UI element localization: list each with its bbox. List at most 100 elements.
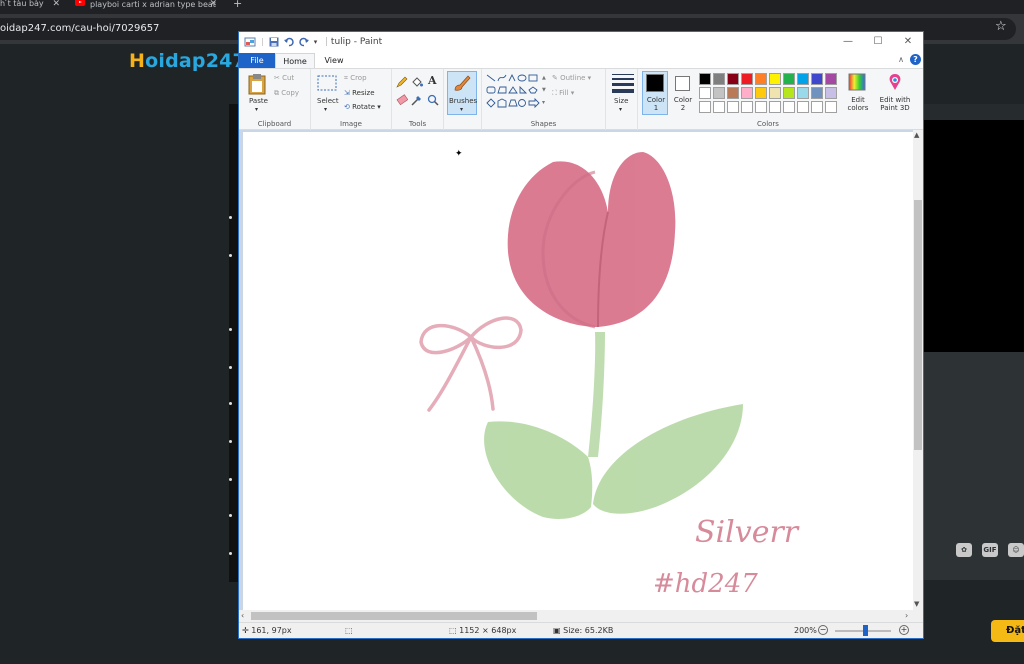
customize-toolbar-icon[interactable]: ▾ [314, 38, 318, 46]
browser-tab[interactable]: h ́t tàu bày ✕ [0, 0, 60, 14]
magnifier-icon[interactable] [427, 94, 439, 106]
scroll-right-icon[interactable]: › [905, 611, 908, 620]
palette-swatch[interactable] [713, 87, 725, 99]
palette-swatch[interactable] [727, 87, 739, 99]
pencil-icon[interactable] [396, 76, 408, 88]
browser-tab[interactable]: playboi carti x adrian type beat ✕ [75, 0, 217, 14]
palette-swatch[interactable] [825, 87, 837, 99]
edit-paint3d-button[interactable]: Edit with Paint 3D [876, 96, 914, 112]
paste-button[interactable]: Paste [249, 97, 268, 105]
palette-swatch[interactable] [699, 73, 711, 85]
help-icon[interactable]: ? [910, 54, 921, 65]
crop-button[interactable]: ⌗ Crop [344, 74, 367, 83]
paste-dropdown-icon[interactable]: ▾ [255, 106, 258, 113]
palette-swatch[interactable] [797, 87, 809, 99]
palette-swatch[interactable] [811, 73, 823, 85]
shapes-more-icon[interactable]: ▾ [542, 99, 545, 106]
palette-swatch[interactable] [769, 87, 781, 99]
palette-swatch[interactable] [811, 101, 823, 113]
site-logo[interactable]: Hoidap247 [129, 50, 246, 72]
palette-swatch[interactable] [783, 101, 795, 113]
submit-button[interactable]: Đặt [991, 620, 1024, 642]
palette-swatch[interactable] [825, 73, 837, 85]
palette-swatch[interactable] [741, 73, 753, 85]
scroll-thumb[interactable] [914, 200, 922, 450]
size-button[interactable]: Size [614, 97, 628, 105]
fill-bucket-icon[interactable] [411, 76, 423, 88]
shapes-scroll-up-icon[interactable]: ▲ [542, 75, 546, 81]
maximize-button[interactable]: ☐ [863, 32, 893, 52]
shapes-gallery[interactable] [486, 73, 544, 111]
select-button[interactable]: Select [317, 97, 339, 105]
palette-swatch[interactable] [741, 101, 753, 113]
resize-button[interactable]: ⇲ Resize [344, 89, 375, 97]
palette-swatch[interactable] [769, 73, 781, 85]
palette-swatch[interactable] [825, 101, 837, 113]
gift-icon[interactable]: ✿ [956, 543, 972, 557]
emoji-icon[interactable]: ☺ [1008, 543, 1024, 557]
bookmark-star-icon[interactable]: ☆ [995, 19, 1007, 34]
color-picker-icon[interactable] [411, 94, 423, 106]
tab-file[interactable]: File [239, 53, 275, 68]
save-icon[interactable] [269, 37, 279, 47]
color2-swatch[interactable] [675, 76, 690, 91]
outline-button[interactable]: ✎ Outline ▾ [552, 74, 591, 82]
rotate-button[interactable]: ⟲ Rotate ▾ [344, 103, 381, 111]
close-button[interactable]: ✕ [893, 32, 923, 52]
palette-swatch[interactable] [797, 73, 809, 85]
copy-button[interactable]: ⧉ Copy [274, 89, 299, 98]
palette-swatch[interactable] [727, 101, 739, 113]
palette-swatch[interactable] [741, 87, 753, 99]
new-tab-button[interactable]: + [233, 0, 243, 14]
palette-swatch[interactable] [713, 101, 725, 113]
vertical-scrollbar[interactable]: ▲ ▼ [913, 130, 923, 610]
palette-swatch[interactable] [769, 101, 781, 113]
palette-swatch[interactable] [699, 87, 711, 99]
gif-icon[interactable]: GIF [982, 543, 998, 557]
minimize-button[interactable]: — [833, 32, 863, 52]
palette-swatch[interactable] [727, 73, 739, 85]
line-size-icon[interactable] [612, 73, 634, 93]
video-player[interactable] [922, 120, 1024, 352]
scroll-thumb[interactable] [251, 612, 537, 620]
palette-swatch[interactable] [797, 101, 809, 113]
scroll-left-icon[interactable]: ‹ [241, 611, 244, 620]
url-text[interactable]: oidap247.com/cau-hoi/7029657 [0, 23, 159, 34]
scroll-down-icon[interactable]: ▼ [914, 600, 919, 608]
scroll-up-icon[interactable]: ▲ [914, 131, 919, 139]
palette-swatch[interactable] [783, 87, 795, 99]
horizontal-scrollbar[interactable]: ‹ › [239, 610, 923, 622]
paste-icon[interactable] [248, 73, 266, 95]
zoom-slider-knob[interactable] [863, 625, 868, 636]
paint3d-icon[interactable] [886, 73, 904, 91]
palette-swatch[interactable] [755, 73, 767, 85]
zoom-in-icon[interactable]: + [899, 625, 909, 635]
palette-swatch[interactable] [713, 73, 725, 85]
text-tool-icon[interactable]: A [428, 74, 437, 87]
select-icon[interactable] [317, 75, 337, 91]
eraser-icon[interactable] [396, 94, 408, 106]
cut-button[interactable]: ✂ Cut [274, 74, 294, 82]
redo-icon[interactable] [298, 37, 309, 47]
select-dropdown-icon[interactable]: ▾ [324, 106, 327, 113]
palette-swatch[interactable] [755, 87, 767, 99]
palette-swatch[interactable] [783, 73, 795, 85]
palette-swatch[interactable] [811, 87, 823, 99]
color2-label[interactable]: Color 2 [671, 96, 695, 112]
zoom-out-icon[interactable]: − [818, 625, 828, 635]
tab-home[interactable]: Home [275, 53, 315, 68]
edit-colors-button[interactable]: Edit colors [842, 96, 874, 112]
drawing-canvas[interactable]: Silverr #hd247 ✦ [243, 132, 913, 610]
fill-button[interactable]: ⛶ Fill ▾ [552, 89, 574, 98]
close-tab-icon[interactable]: ✕ [52, 0, 60, 9]
brushes-dropdown-icon[interactable]: ▾ [460, 106, 463, 113]
tab-view[interactable]: View [319, 53, 349, 68]
shapes-scroll-down-icon[interactable]: ▼ [542, 87, 546, 93]
close-tab-icon[interactable]: ✕ [209, 0, 217, 9]
size-dropdown-icon[interactable]: ▾ [619, 106, 622, 113]
undo-icon[interactable] [283, 37, 294, 47]
palette-swatch[interactable] [699, 101, 711, 113]
edit-colors-icon[interactable] [848, 73, 866, 91]
palette-swatch[interactable] [755, 101, 767, 113]
collapse-ribbon-icon[interactable]: ∧ [898, 55, 904, 64]
